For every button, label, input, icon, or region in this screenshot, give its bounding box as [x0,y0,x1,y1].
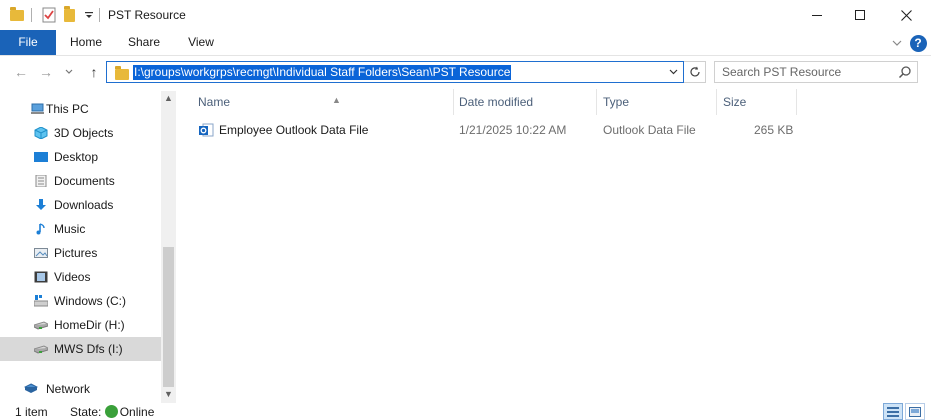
window-title: PST Resource [108,8,186,22]
item-count: 1 item [15,405,48,419]
nav-item-pictures[interactable]: Pictures [0,241,161,265]
navigation-tree: This PC 3D Objects Desktop Documents Downloa… [0,91,161,401]
tab-share[interactable]: Share [120,30,168,55]
back-arrow-icon: ← [14,64,28,80]
forward-arrow-icon: → [39,64,53,80]
close-button[interactable] [883,0,929,30]
column-header-date[interactable]: Date modified [453,89,597,115]
folder-icon [115,66,129,80]
scroll-down-icon[interactable]: ▼ [161,387,176,401]
navigation-scrollbar[interactable]: ▲ ▼ [161,91,176,403]
nav-item-label: HomeDir (H:) [54,318,125,332]
nav-item-music[interactable]: Music [0,217,161,241]
help-icon: ? [909,34,927,52]
up-arrow-icon: ↑ [90,64,98,80]
navigation-pane: This PC 3D Objects Desktop Documents Downloa… [0,91,176,403]
toolbar-separator [99,8,100,22]
nav-item-documents[interactable]: Documents [0,169,161,193]
scrollbar-thumb[interactable] [163,247,174,387]
column-header-type[interactable]: Type [597,89,717,115]
minimize-button[interactable] [794,0,840,30]
file-type: Outlook Data File [603,123,696,137]
nav-item-label: Music [54,222,86,236]
nav-item-label: Pictures [54,246,98,260]
nav-item-label: 3D Objects [54,126,114,140]
ribbon-tabs: File Home Share View ? [0,30,931,56]
nav-item-homedir-h[interactable]: HomeDir (H:) [0,313,161,337]
address-dropdown-button[interactable] [666,64,680,80]
minimize-icon [812,15,822,16]
file-date-modified: 1/21/2025 10:22 AM [459,123,567,137]
back-button[interactable]: ← [11,62,31,82]
nav-item-label: Documents [54,174,115,188]
large-icons-view-icon [909,406,921,417]
nav-item-label: Videos [54,270,91,284]
nav-item-network[interactable]: Network [0,377,161,401]
file-list: Name ▲ Date modified Type Size Employee … [176,87,931,403]
column-header-name-label: Name [198,95,231,109]
details-view-icon [887,406,899,417]
search-box[interactable] [714,61,918,83]
close-icon [900,9,912,21]
folder-icon [10,6,24,23]
nav-item-desktop[interactable]: Desktop [0,145,161,169]
toolbar-separator [31,8,32,22]
sync-state: State: Online [70,405,154,419]
search-icon[interactable] [898,65,912,79]
file-name: Employee Outlook Data File [219,123,369,137]
nav-item-label: Network [46,382,91,396]
nav-item-label: This PC [46,102,89,116]
tab-file[interactable]: File [0,30,56,55]
up-button[interactable]: ↑ [84,62,104,82]
column-header-name[interactable]: Name ▲ [192,89,454,115]
chevron-down-icon [669,69,677,75]
file-size: 265 KB [754,123,794,137]
maximize-button[interactable] [837,0,883,30]
nav-item-videos[interactable]: Videos [0,265,161,289]
recent-locations-button[interactable] [62,62,76,82]
online-sync-icon [104,405,118,418]
state-label: State: [70,405,102,419]
nav-item-downloads[interactable]: Downloads [0,193,161,217]
title-bar: PST Resource [0,0,931,30]
properties-icon[interactable] [41,7,57,23]
status-bar: 1 item State: Online [0,403,931,420]
chevron-down-icon [65,69,73,74]
new-folder-icon[interactable] [64,5,75,23]
file-row[interactable]: Employee Outlook Data File 1/21/2025 10:… [196,121,796,141]
scroll-up-icon[interactable]: ▲ [161,91,176,105]
nav-item-3d-objects[interactable]: 3D Objects [0,121,161,145]
customize-toolbar-icon[interactable] [84,7,94,23]
chevron-down-icon [892,40,902,46]
nav-item-windows-c[interactable]: Windows (C:) [0,289,161,313]
nav-item-label: Desktop [54,150,99,164]
nav-item-this-pc[interactable]: This PC [0,97,161,121]
search-input[interactable] [715,62,895,82]
large-icons-view-button[interactable] [905,403,925,420]
nav-item-label: Windows (C:) [54,294,127,308]
outlook-pst-icon [199,123,214,137]
nav-item-mws-dfs-i[interactable]: MWS Dfs (I:) [0,337,161,361]
expand-ribbon-button[interactable] [888,30,906,56]
address-row: ← → ↑ I:\groups\workgrps\recmgt\Individu… [0,57,931,87]
sort-ascending-icon: ▲ [332,95,341,105]
state-value: Online [119,405,155,419]
column-header-size[interactable]: Size [717,89,797,115]
help-button[interactable]: ? [908,30,928,56]
refresh-icon [689,66,700,77]
tab-home[interactable]: Home [62,30,110,55]
refresh-button[interactable] [684,61,706,83]
tab-view[interactable]: View [177,30,225,55]
address-bar[interactable]: I:\groups\workgrps\recmgt\Individual Sta… [106,61,684,83]
nav-item-label: MWS Dfs (I:) [54,342,123,356]
forward-button[interactable]: → [36,62,56,82]
nav-item-label: Downloads [54,198,114,212]
details-view-button[interactable] [883,403,903,420]
maximize-icon [855,10,865,20]
address-path-input[interactable]: I:\groups\workgrps\recmgt\Individual Sta… [133,65,512,80]
